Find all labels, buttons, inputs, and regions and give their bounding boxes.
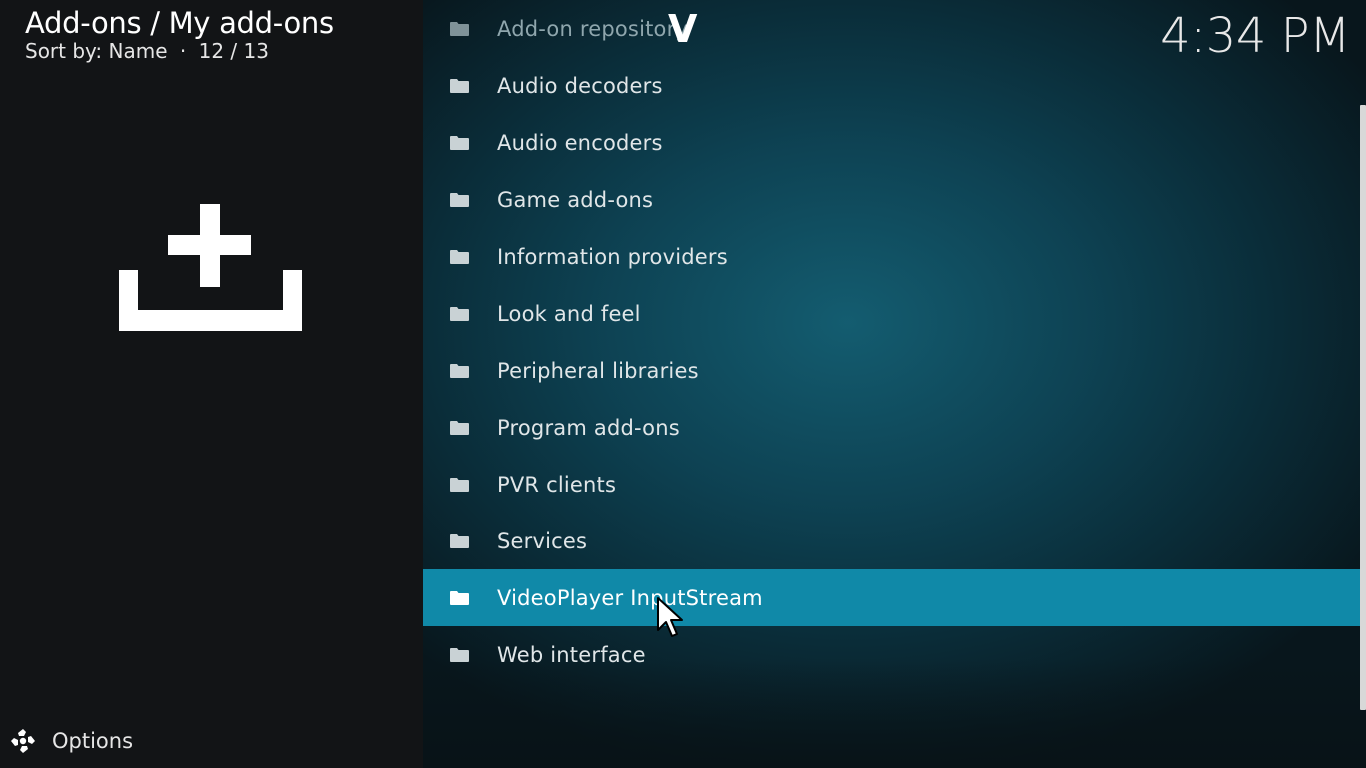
addon-install-icon [119,204,302,331]
list-item-label: Web interface [497,642,646,667]
folder-icon [450,647,469,662]
folder-icon [450,477,469,492]
list-item-look-and-feel[interactable]: Look and feel [423,285,1361,342]
left-panel: Add-ons / My add-ons Sort by: Name · 12 … [0,0,423,768]
list-item-peripheral-libraries[interactable]: Peripheral libraries [423,342,1361,399]
folder-icon [450,363,469,378]
addon-category-panel: Add-on repository Audio decoders Audio e… [423,0,1366,768]
options-label: Options [52,729,134,753]
options-button[interactable]: Options [10,725,133,757]
folder-icon [450,420,469,435]
list-item-label: Information providers [497,244,728,269]
list-item-pvr-clients[interactable]: PVR clients [423,456,1361,513]
sort-label[interactable]: Sort by: Name [25,39,168,63]
list-item-information-providers[interactable]: Information providers [423,228,1361,285]
list-item-game-add-ons[interactable]: Game add-ons [423,171,1361,228]
mouse-cursor-icon [657,597,683,637]
folder-icon [450,590,469,605]
list-item-services[interactable]: Services [423,512,1361,569]
list-item-label: Look and feel [497,301,641,326]
list-item-label: Program add-ons [497,415,680,440]
list-item-label: Add-on repository [497,16,689,41]
folder-icon [450,21,469,36]
folder-icon [450,306,469,321]
list-item-audio-encoders[interactable]: Audio encoders [423,114,1361,171]
scrollbar[interactable] [1360,105,1366,710]
list-item-label: Peripheral libraries [497,358,699,383]
list-item-label: VideoPlayer InputStream [497,585,763,610]
clock: 4:34 PM [1160,8,1350,64]
folder-icon [450,192,469,207]
folder-icon [450,135,469,150]
list-item-audio-decoders[interactable]: Audio decoders [423,57,1361,114]
separator: · [179,39,187,63]
breadcrumb: Add-ons / My add-ons [25,6,334,40]
kodi-addons-screen: Add-ons / My add-ons Sort by: Name · 12 … [0,0,1366,768]
list-item-label: Game add-ons [497,187,654,212]
options-gear-icon [11,729,35,753]
item-position: 12 / 13 [198,39,269,63]
folder-icon [450,249,469,264]
list-item-web-interface[interactable]: Web interface [423,626,1361,683]
scroll-up-marker: V [668,7,698,51]
list-item-program-add-ons[interactable]: Program add-ons [423,399,1361,456]
folder-icon [450,78,469,93]
list-item-label: Audio encoders [497,130,663,155]
list-item-label: Services [497,528,588,553]
list-item-videoplayer-inputstream[interactable]: VideoPlayer InputStream [423,569,1361,626]
sort-status: Sort by: Name · 12 / 13 [25,38,269,64]
list-item-label: Audio decoders [497,73,663,98]
list-item-label: PVR clients [497,472,617,497]
folder-icon [450,533,469,548]
